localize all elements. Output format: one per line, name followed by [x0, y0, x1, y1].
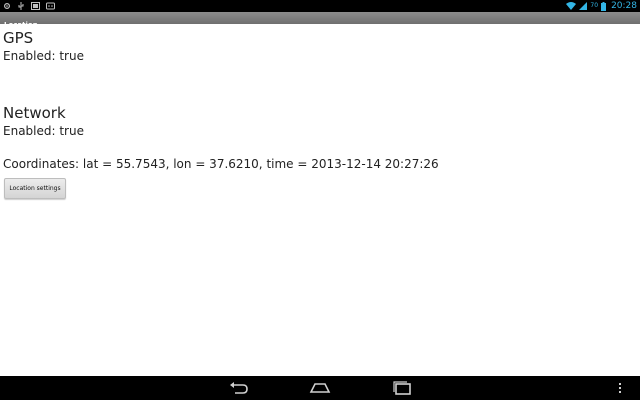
battery-level: 70	[590, 2, 599, 9]
back-icon[interactable]	[227, 380, 251, 396]
notification-icon	[31, 2, 40, 10]
gps-heading: GPS	[3, 29, 34, 47]
overflow-menu-icon[interactable]	[614, 380, 626, 396]
navigation-bar	[0, 376, 640, 400]
android-debug-icon	[46, 2, 55, 10]
signal-icon	[579, 2, 588, 10]
network-heading: Network	[3, 104, 66, 122]
coordinates-text: Coordinates: lat = 55.7543, lon = 37.621…	[3, 157, 439, 171]
gps-status: Enabled: true	[3, 49, 84, 63]
status-right-icons: 70 20:28	[566, 1, 637, 11]
screen: 70 20:28 Location GPS Enabled: true Netw…	[0, 0, 640, 400]
network-status: Enabled: true	[3, 124, 84, 138]
battery-icon	[601, 1, 607, 11]
status-bar: 70 20:28	[0, 0, 640, 12]
location-settings-button[interactable]: Location settings	[4, 178, 66, 199]
usb-icon	[17, 2, 25, 10]
recent-apps-icon[interactable]	[390, 380, 414, 396]
status-clock: 20:28	[611, 1, 637, 11]
home-icon[interactable]	[308, 380, 332, 396]
main-content: GPS Enabled: true Network Enabled: true …	[0, 24, 640, 376]
status-left-icons	[3, 2, 55, 10]
title-bar: Location	[0, 12, 640, 29]
settings-icon	[3, 2, 11, 10]
wifi-icon	[566, 2, 577, 10]
